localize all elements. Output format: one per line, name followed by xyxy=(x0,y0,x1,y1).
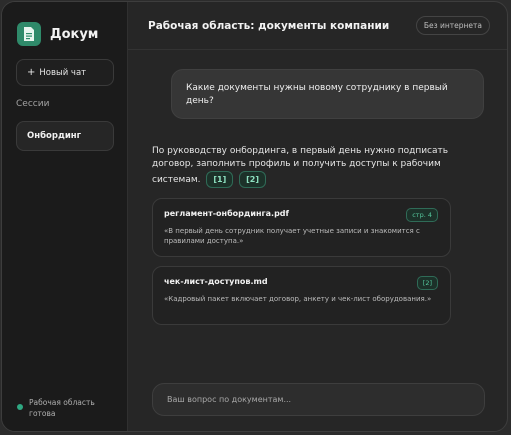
workspace-status: Рабочая область готова xyxy=(29,398,95,418)
sidebar: Докум + Новый чат Сессии Онбординг Рабоч… xyxy=(2,2,128,431)
plus-icon: + xyxy=(27,67,36,78)
assistant-answer: По руководству онбординга, в первый день… xyxy=(152,145,452,188)
source-filename: регламент-онбординга.pdf xyxy=(164,209,290,218)
source-ref-badge: [2] xyxy=(416,276,438,290)
source-card[interactable]: чек-лист-доступов.md [2] «Кадровый пакет… xyxy=(152,266,451,325)
session-item-label: Онбординг xyxy=(27,131,82,141)
source-page-badge: стр. 4 xyxy=(406,208,438,222)
status-indicator-icon xyxy=(17,404,23,410)
source-card[interactable]: регламент-онбординга.pdf стр. 4 «В первы… xyxy=(152,198,451,257)
offline-badge: Без интернета xyxy=(415,16,490,35)
answer-text: По руководству онбординга, в первый день… xyxy=(152,146,449,185)
sessions-heading: Сессии xyxy=(16,99,50,109)
user-message: Какие документы нужны новому сотруднику … xyxy=(171,69,484,119)
source-quote: «Кадровый пакет включает договор, анкету… xyxy=(164,295,432,303)
citation-chip-2[interactable]: [2] xyxy=(239,171,267,188)
question-input[interactable] xyxy=(152,383,485,416)
new-chat-button[interactable]: + Новый чат xyxy=(16,59,114,86)
source-quote: «В первый день сотрудник получает учетны… xyxy=(164,227,420,245)
session-item-onboarding[interactable]: Онбординг xyxy=(16,121,114,151)
page-title: Рабочая область: документы компании xyxy=(148,20,390,32)
new-chat-label: Новый чат xyxy=(39,67,87,78)
citation-chip-1[interactable]: [1] xyxy=(206,171,234,188)
main-header: Рабочая область: документы компании Без … xyxy=(128,2,507,50)
document-icon xyxy=(17,22,41,46)
app-brand: Докум xyxy=(50,27,99,42)
document-glyph xyxy=(24,27,34,41)
source-filename: чек-лист-доступов.md xyxy=(164,277,268,286)
